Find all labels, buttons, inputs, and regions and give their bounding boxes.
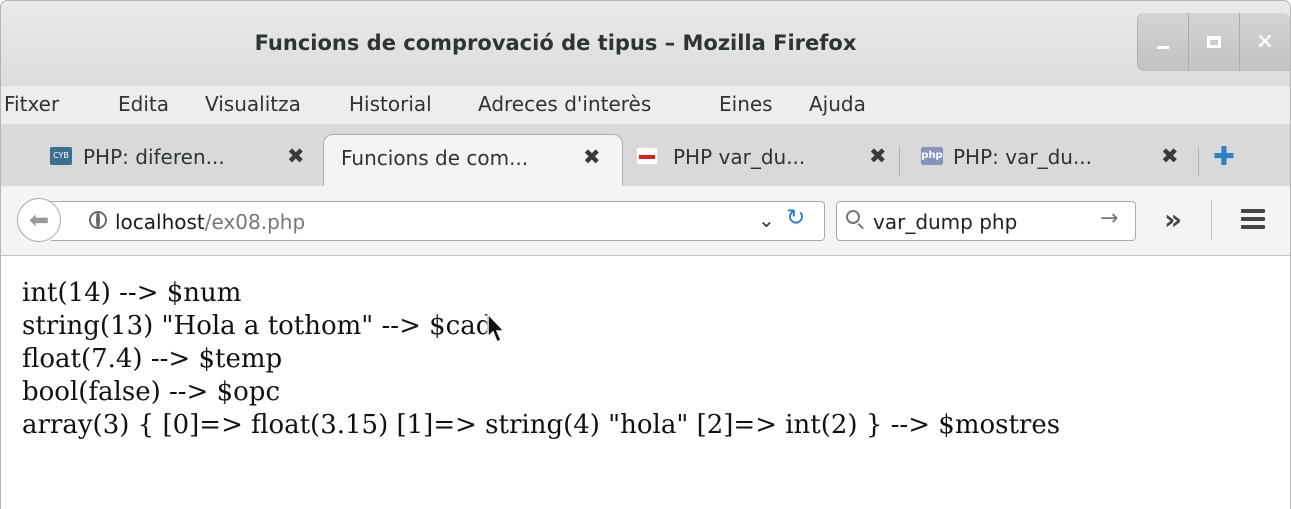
tab-close-icon[interactable]: ✖	[287, 144, 305, 168]
tab-label: PHP: var_du...	[953, 145, 1093, 169]
output-line: string(13) "Hola a tothom" --> $cad	[22, 311, 493, 341]
back-button[interactable]: ⬅	[17, 198, 61, 242]
tab-close-icon[interactable]: ✖	[583, 145, 601, 169]
window-titlebar: Funcions de comprovació de tipus – Mozil…	[0, 0, 1291, 86]
output-line: bool(false) --> $opc	[22, 377, 281, 407]
menu-edita[interactable]: Edita	[118, 92, 169, 116]
url-path: /ex08.php	[204, 210, 306, 234]
toolbar-separator	[1211, 200, 1212, 240]
search-input[interactable]: var_dump php	[873, 210, 1017, 234]
menu-ajuda[interactable]: Ajuda	[809, 92, 866, 116]
tab-close-icon[interactable]: ✖	[869, 144, 887, 168]
tab-label: PHP var_du...	[673, 145, 806, 169]
close-icon: ✕	[1255, 29, 1275, 55]
navigation-bar: localhost/ex08.php ⌄ ↻ ⬅ var_dump php → …	[0, 186, 1291, 256]
menu-fitxer[interactable]: Fitxer	[4, 92, 59, 116]
tab-php-var-dump-1[interactable]: PHP var_du... ✖	[629, 134, 897, 186]
chevron-down-icon[interactable]: ⌄	[758, 208, 775, 232]
search-go-icon[interactable]: →	[1100, 206, 1118, 231]
cyb-icon: CYB	[50, 147, 72, 165]
maximize-icon	[1207, 36, 1221, 48]
tab-separator	[899, 146, 900, 176]
tab-php-diferencies[interactable]: CYB PHP: diferen... ✖	[41, 134, 326, 186]
overflow-chevron-icon[interactable]: »	[1164, 203, 1182, 236]
php-icon: php	[921, 147, 943, 165]
menu-adreces[interactable]: Adreces d'interès	[478, 92, 651, 116]
minimize-button[interactable]	[1137, 13, 1188, 71]
menu-eines[interactable]: Eines	[719, 92, 773, 116]
tab-close-icon[interactable]: ✖	[1161, 144, 1179, 168]
page-content: int(14) --> $num string(13) "Hola a toth…	[0, 256, 1291, 509]
window-title: Funcions de comprovació de tipus – Mozil…	[254, 31, 857, 55]
url-text[interactable]: localhost/ex08.php	[115, 210, 305, 234]
tab-label: Funcions de com...	[341, 146, 529, 170]
maximize-button[interactable]	[1188, 13, 1239, 71]
tab-separator	[1198, 146, 1199, 176]
url-host: localhost	[115, 210, 205, 234]
tab-strip: CYB PHP: diferen... ✖ Funcions de com...…	[0, 124, 1291, 187]
menu-hamburger-icon[interactable]	[1241, 209, 1265, 229]
menu-visualitza[interactable]: Visualitza	[205, 92, 301, 116]
url-bar[interactable]: localhost/ex08.php ⌄ ↻	[51, 201, 825, 241]
back-arrow-icon: ⬅	[28, 206, 50, 234]
output-line: array(3) { [0]=> float(3.15) [1]=> strin…	[22, 410, 1061, 440]
site-icon	[636, 147, 658, 165]
tab-php-var-dump-2[interactable]: php PHP: var_du... ✖	[913, 134, 1198, 186]
close-window-button[interactable]: ✕	[1239, 13, 1290, 71]
mouse-cursor-icon	[487, 313, 506, 344]
tab-label: PHP: diferen...	[83, 145, 225, 169]
tab-funcions[interactable]: Funcions de com... ✖	[323, 134, 623, 187]
globe-icon	[89, 211, 107, 229]
menu-bar: Fitxer Edita Visualitza Historial Adrece…	[0, 86, 1291, 124]
output-line: float(7.4) --> $temp	[22, 344, 283, 374]
new-tab-plus-icon[interactable]: ✚	[1213, 142, 1235, 172]
reload-icon[interactable]: ↻	[786, 205, 805, 231]
menu-historial[interactable]: Historial	[349, 92, 432, 116]
minimize-icon	[1157, 45, 1169, 49]
search-icon	[846, 210, 860, 224]
output-line: int(14) --> $num	[22, 278, 242, 308]
search-bar[interactable]: var_dump php →	[836, 201, 1136, 241]
window-controls: ✕	[1137, 13, 1290, 71]
